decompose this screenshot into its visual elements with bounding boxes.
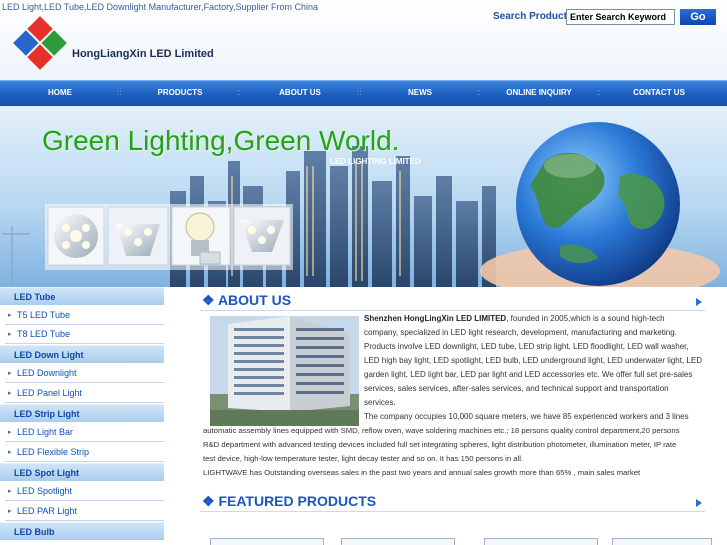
sidebar-item-led-downlight[interactable]: LED Downlight bbox=[5, 364, 164, 383]
featured-products-heading: ❖ FEATURED PRODUCTS bbox=[202, 493, 376, 510]
nav-about-us[interactable]: ABOUT US bbox=[265, 81, 335, 105]
search-label: Search Product: bbox=[493, 11, 571, 22]
featured-product-thumb[interactable] bbox=[484, 538, 598, 545]
company-name[interactable]: HongLiangXin LED Limited bbox=[72, 48, 214, 60]
company-logo-icon[interactable] bbox=[12, 15, 68, 71]
featured-product-thumb[interactable] bbox=[612, 538, 712, 545]
section-divider bbox=[200, 511, 705, 512]
site-tagline: LED Light,LED Tube,LED Downlight Manufac… bbox=[2, 2, 318, 12]
nav-separator: :: bbox=[476, 88, 481, 97]
site-header: LED Light,LED Tube,LED Downlight Manufac… bbox=[0, 0, 727, 80]
sidebar-item-led-flexible-strip[interactable]: LED Flexible Strip bbox=[5, 443, 164, 462]
banner-subtitle: LED LIGHTING LIMITED bbox=[330, 157, 421, 166]
sidebar-category-led-bulb[interactable]: LED Bulb bbox=[0, 522, 164, 540]
sidebar-item-t5-led-tube[interactable]: T5 LED Tube bbox=[5, 306, 164, 325]
nav-products[interactable]: PRODUCTS bbox=[145, 81, 215, 105]
about-us-title: ABOUT US bbox=[217, 292, 292, 308]
hero-banner: Green Lighting,Green World. LED LIGHTING… bbox=[0, 106, 727, 287]
sidebar-category-led-strip-light[interactable]: LED Strip Light bbox=[0, 404, 164, 422]
section-divider bbox=[200, 310, 705, 311]
featured-product-thumb[interactable] bbox=[210, 538, 324, 545]
about-paragraph-details: automatic assembly lines equipped with S… bbox=[203, 426, 680, 477]
main-nav: HOME :: PRODUCTS :: ABOUT US :: NEWS :: … bbox=[0, 80, 727, 106]
nav-separator: :: bbox=[117, 88, 122, 97]
product-category-sidebar: LED Tube T5 LED Tube T8 LED Tube LED Dow… bbox=[0, 287, 164, 545]
nav-separator: :: bbox=[596, 88, 601, 97]
nav-home[interactable]: HOME bbox=[30, 81, 90, 105]
about-paragraph-intro: Shenzhen HongLingXin LED LIMITED, founde… bbox=[364, 314, 702, 421]
sidebar-item-led-panel-light[interactable]: LED Panel Light bbox=[5, 384, 164, 403]
about-company-name: Shenzhen HongLingXin LED LIMITED bbox=[364, 314, 507, 323]
about-us-heading: ❖ ABOUT US bbox=[202, 292, 291, 309]
sidebar-item-t8-led-tube[interactable]: T8 LED Tube bbox=[5, 325, 164, 344]
sidebar-category-led-spot-light[interactable]: LED Spot Light bbox=[0, 463, 164, 481]
sidebar-item-led-spotlight[interactable]: LED Spotlight bbox=[5, 482, 164, 501]
banner-title: Green Lighting,Green World. bbox=[42, 125, 400, 156]
diamond-bullet-icon: ❖ bbox=[202, 493, 215, 509]
diamond-bullet-icon: ❖ bbox=[202, 292, 215, 308]
company-building-photo bbox=[210, 316, 359, 426]
sidebar-item-led-light-bar[interactable]: LED Light Bar bbox=[5, 423, 164, 442]
about-more-arrow-icon[interactable] bbox=[696, 298, 702, 306]
sidebar-category-led-tube[interactable]: LED Tube bbox=[0, 287, 164, 305]
sidebar-category-led-down-light[interactable]: LED Down Light bbox=[0, 345, 164, 363]
featured-product-thumb[interactable] bbox=[341, 538, 455, 545]
featured-products-title: FEATURED PRODUCTS bbox=[218, 493, 377, 509]
nav-contact-us[interactable]: CONTACT US bbox=[620, 81, 698, 105]
sidebar-item-led-par-light[interactable]: LED PAR Light bbox=[5, 502, 164, 521]
nav-separator: :: bbox=[357, 88, 362, 97]
nav-online-inquiry[interactable]: ONLINE INQUIRY bbox=[495, 81, 583, 105]
search-go-button[interactable]: Go bbox=[680, 9, 716, 25]
nav-news[interactable]: NEWS bbox=[395, 81, 445, 105]
featured-more-arrow-icon[interactable] bbox=[696, 499, 702, 507]
nav-separator: :: bbox=[236, 88, 241, 97]
search-input[interactable] bbox=[566, 9, 675, 25]
